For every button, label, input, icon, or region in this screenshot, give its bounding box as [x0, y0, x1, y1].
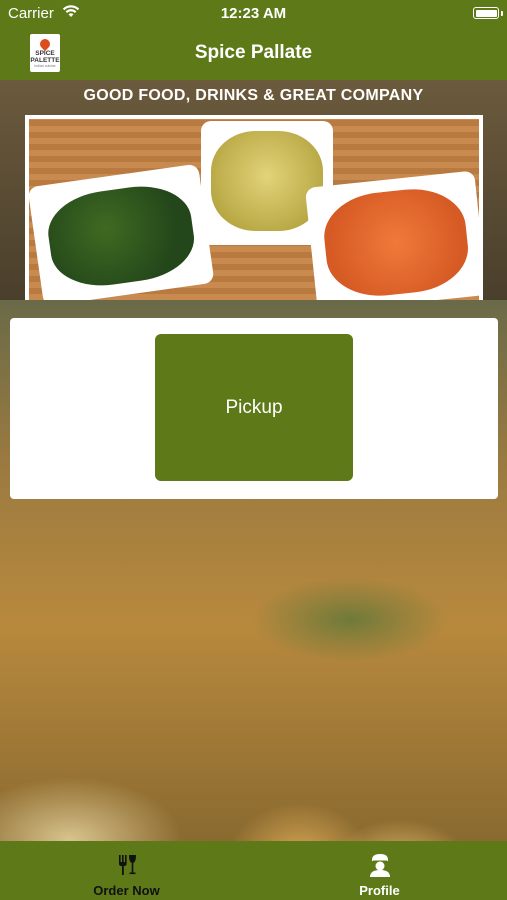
page-title: Spice Pallate [194, 42, 313, 63]
nav-bar: SPICE PALETTE indian cuisine Spice Palla… [0, 28, 507, 80]
status-time: 12:23 AM [220, 5, 287, 22]
pickup-button[interactable]: Pickup [155, 334, 353, 481]
tab-profile-label: Profile [359, 883, 400, 898]
fork-wine-glass-icon [114, 852, 140, 878]
tab-bar: Order Now Profile [0, 841, 507, 900]
battery-icon [473, 7, 499, 19]
tab-profile[interactable]: Profile [253, 841, 506, 900]
hero-photo-frame [25, 115, 483, 300]
tab-order-now[interactable]: Order Now [0, 841, 253, 900]
status-bar: Carrier 12:23 AM [0, 0, 507, 28]
hero-tagline: GOOD FOOD, DRINKS & GREAT COMPANY [83, 87, 424, 104]
tab-order-now-label: Order Now [93, 883, 160, 898]
hero-food-photo [29, 119, 479, 300]
battery-tip [501, 11, 503, 16]
logo-subtitle: indian cuisine [34, 63, 56, 68]
tikka-masala-bowl [304, 170, 479, 300]
order-type-card: Pickup [10, 318, 498, 499]
chef-profile-icon [367, 852, 393, 878]
hero-banner: GOOD FOOD, DRINKS & GREAT COMPANY [0, 80, 507, 300]
spinach-curry-bowl [29, 163, 215, 300]
